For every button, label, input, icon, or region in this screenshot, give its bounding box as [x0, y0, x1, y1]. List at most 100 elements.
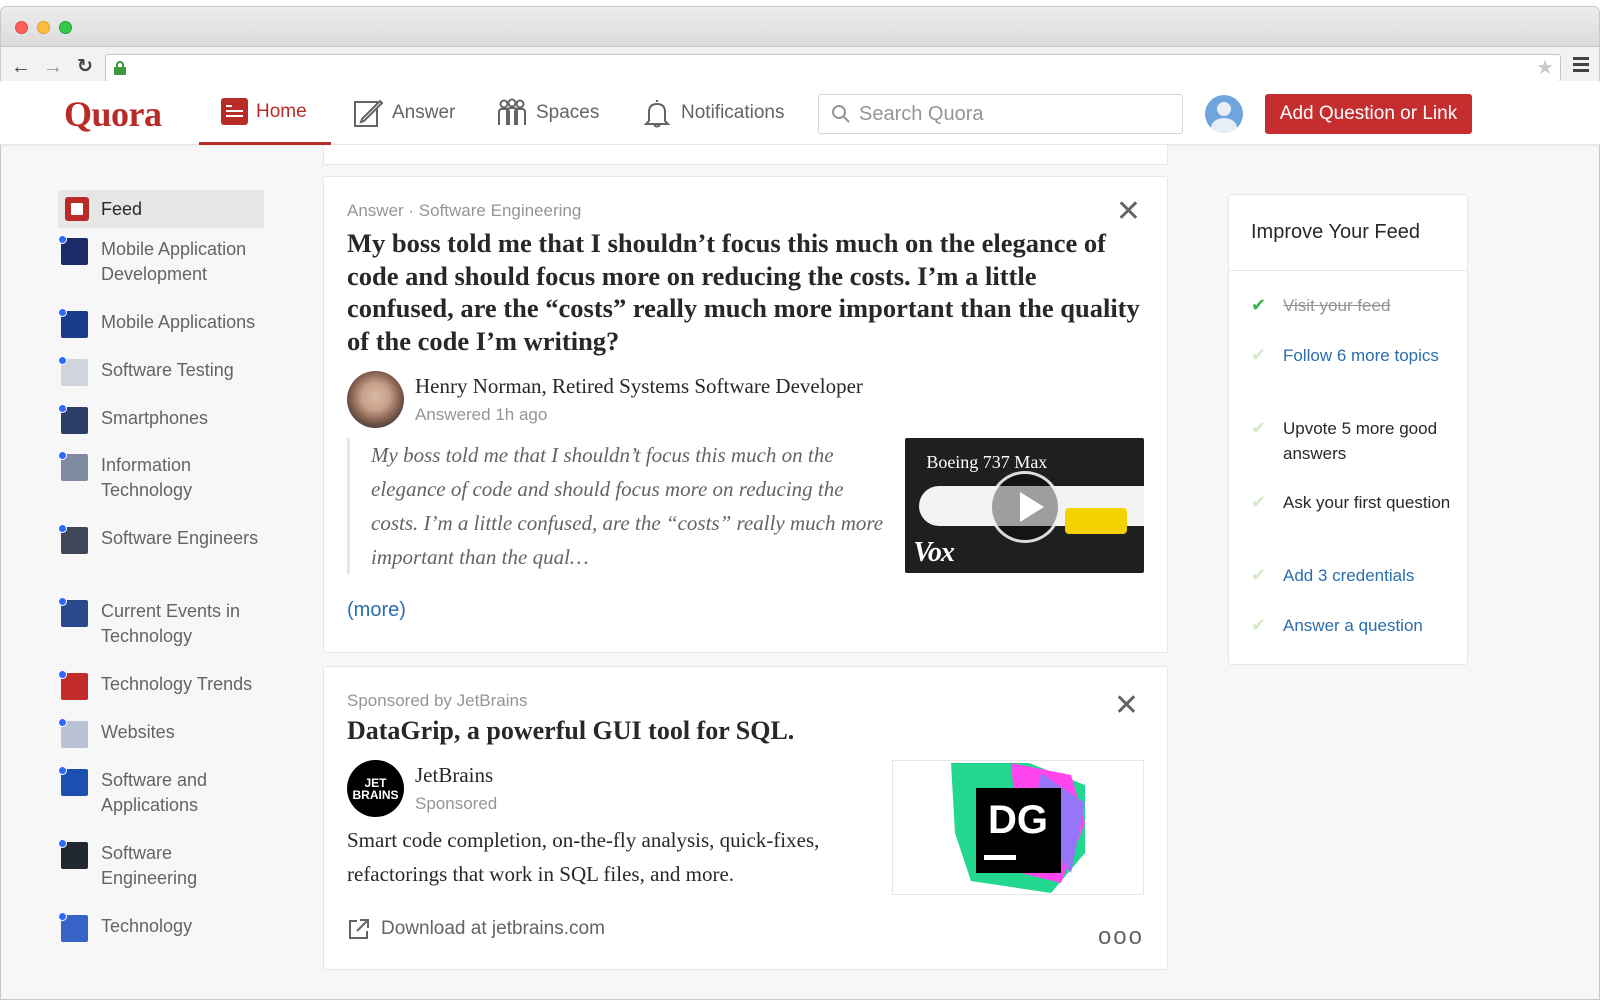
unread-dot-icon	[58, 404, 67, 413]
download-link[interactable]: Download at jetbrains.com	[347, 917, 1144, 941]
topic-thumbnail	[58, 356, 88, 386]
topic-thumbnail	[58, 839, 88, 869]
pencil-icon	[354, 99, 384, 127]
forward-arrow-icon[interactable]: →	[41, 55, 65, 79]
sidebar-topic-item[interactable]: Software Engineering	[58, 839, 288, 891]
external-link-icon	[349, 919, 369, 939]
unread-dot-icon	[58, 597, 67, 606]
improve-task-label: Visit your feed	[1283, 296, 1391, 315]
improve-task-item[interactable]: ✔ Add 3 credentials	[1229, 563, 1458, 588]
add-question-button[interactable]: Add Question or Link	[1265, 94, 1472, 134]
datagrip-logo-image[interactable]: DG	[892, 760, 1144, 895]
zoom-window-button[interactable]	[59, 21, 72, 34]
checkmark-icon: ✔	[1251, 565, 1267, 585]
sidebar-topic-label: Software Testing	[101, 360, 234, 380]
svg-text:DG: DG	[988, 798, 1048, 842]
close-icon[interactable]: ✕	[1116, 197, 1141, 227]
sidebar-topic-item[interactable]: Technology	[58, 912, 288, 942]
sidebar-topic-item[interactable]: Software Testing	[58, 356, 288, 386]
sidebar-topic-label: Current Events in Technology	[101, 601, 241, 646]
topic-thumbnail	[58, 718, 88, 748]
browser-menu-icon[interactable]	[1573, 57, 1589, 73]
search-icon	[832, 105, 850, 123]
sponsor-row: JET BRAINS JetBrains Sponsored	[347, 760, 877, 817]
sidebar-topic-item[interactable]: Software Engineers	[58, 524, 288, 554]
improve-task-label[interactable]: Answer a question	[1283, 613, 1458, 638]
nav-notifications-label: Notifications	[681, 102, 785, 123]
close-window-button[interactable]	[15, 21, 28, 34]
nav-spaces[interactable]: Spaces	[496, 81, 599, 145]
minimize-window-button[interactable]	[37, 21, 50, 34]
datagrip-logo-icon: DG	[951, 763, 1085, 893]
sponsored-meta: Sponsored by JetBrains	[347, 691, 528, 710]
sidebar-topic-item[interactable]: Websites	[58, 718, 288, 748]
close-icon[interactable]: ✕	[1114, 691, 1139, 721]
video-thumbnail[interactable]: Boeing 737 Max Vox	[905, 438, 1144, 573]
improve-task-item[interactable]: ✔ Answer a question	[1229, 613, 1458, 638]
sidebar-item-feed[interactable]: Feed	[58, 190, 264, 228]
topic-thumbnail	[58, 670, 88, 700]
bookmark-star-icon[interactable]: ★	[1536, 55, 1554, 81]
sidebar-topic-item[interactable]: Current Events in Technology	[58, 597, 288, 649]
sidebar-topic-item[interactable]: Smartphones	[58, 404, 288, 434]
improve-task-label[interactable]: Follow 6 more topics	[1283, 343, 1458, 368]
sidebar-topic-item[interactable]: Technology Trends	[58, 670, 288, 700]
search-input[interactable]	[859, 102, 1159, 126]
sponsored-card: Sponsored by JetBrains ✕ DataGrip, a pow…	[323, 666, 1168, 970]
back-arrow-icon[interactable]: ←	[9, 55, 33, 79]
checkmark-icon: ✔	[1251, 418, 1267, 438]
improve-task-item[interactable]: ✔ Follow 6 more topics	[1229, 343, 1458, 368]
author-avatar[interactable]	[347, 371, 404, 428]
sidebar-topic-label: Software Engineering	[101, 843, 198, 888]
unread-dot-icon	[58, 235, 67, 244]
improve-task-item: ✔ Upvote 5 more good answers	[1229, 416, 1458, 466]
home-feed-icon	[221, 98, 248, 125]
answer-excerpt[interactable]: My boss told me that I shouldn’t focus t…	[347, 438, 894, 574]
sidebar-topic-label: Mobile Application Development	[101, 239, 247, 284]
main-feed: Answer · Software Engineering ✕ My boss …	[323, 145, 1168, 970]
nav-answer-label: Answer	[392, 102, 456, 123]
sidebar-feed-label: Feed	[101, 198, 143, 219]
unread-dot-icon	[58, 524, 67, 533]
question-title[interactable]: My boss told me that I shouldn’t focus t…	[347, 227, 1144, 357]
previous-card-stub	[323, 145, 1168, 165]
checkmark-icon: ✔	[1251, 615, 1267, 635]
more-options-icon[interactable]: ooo	[1098, 923, 1144, 951]
unread-dot-icon	[58, 670, 67, 679]
reload-icon[interactable]: ↻	[73, 55, 97, 79]
nav-spaces-label: Spaces	[536, 102, 600, 123]
improve-feed-title: Improve Your Feed	[1229, 195, 1467, 271]
video-title: Boeing 737 Max	[926, 452, 1048, 472]
improve-task-label: Upvote 5 more good answers	[1283, 419, 1438, 463]
sponsor-name[interactable]: JetBrains	[415, 763, 497, 788]
sidebar-topic-item[interactable]: Information Technology	[58, 451, 288, 503]
author-name[interactable]: Henry Norman, Retired Systems Software D…	[415, 374, 863, 399]
address-bar[interactable]: ★	[105, 54, 1561, 82]
nav-home[interactable]: Home	[199, 81, 331, 145]
improve-task-label[interactable]: Add 3 credentials	[1283, 563, 1458, 588]
video-brand: Vox	[913, 537, 955, 568]
topic-thumbnail	[58, 404, 88, 434]
more-link[interactable]: (more)	[347, 599, 406, 622]
search-box[interactable]	[818, 94, 1183, 134]
nav-notifications[interactable]: Notifications	[641, 81, 785, 145]
topic-thumbnail	[58, 308, 88, 338]
sidebar-topic-label: Smartphones	[101, 408, 209, 428]
quora-logo[interactable]: Quora	[64, 93, 162, 135]
unread-dot-icon	[58, 839, 67, 848]
improve-task-item: ✔ Visit your feed	[1229, 293, 1458, 318]
sidebar-topic-label: Mobile Applications	[101, 312, 256, 332]
checkmark-icon: ✔	[1251, 345, 1267, 365]
topic-thumbnail	[58, 451, 88, 481]
play-icon[interactable]	[989, 471, 1062, 543]
nav-answer[interactable]: Answer	[352, 81, 455, 145]
sidebar-topic-item[interactable]: Mobile Application Development	[58, 235, 288, 287]
user-avatar[interactable]	[1205, 95, 1243, 133]
ad-title[interactable]: DataGrip, a powerful GUI tool for SQL.	[347, 715, 1144, 747]
sidebar-topic-item[interactable]: Mobile Applications	[58, 308, 288, 338]
left-sidebar: Feed Mobile Application Development Mobil…	[58, 190, 288, 942]
unread-dot-icon	[58, 912, 67, 921]
jetbrains-logo[interactable]: JET BRAINS	[347, 760, 404, 817]
sidebar-topic-item[interactable]: Software and Applications	[58, 766, 288, 818]
unread-dot-icon	[58, 718, 67, 727]
